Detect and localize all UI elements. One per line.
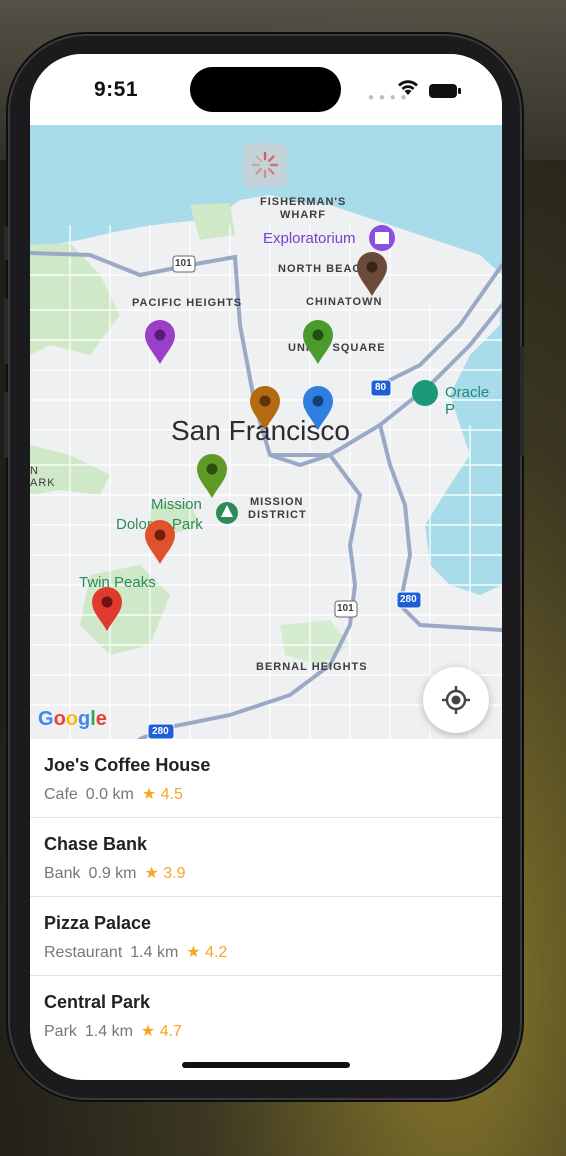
dynamic-island [190,67,341,112]
list-item[interactable]: Chase Bank Bank 0.9 km ★ 3.9 [30,818,502,897]
label-exploratorium[interactable]: Exploratorium [263,230,356,247]
place-name: Joe's Coffee House [44,755,211,775]
place-distance: 0.0 km [85,786,134,803]
place-meta: Park 1.4 km ★ 4.7 [44,1021,190,1041]
battery-icon [429,84,461,98]
google-logo: Google [38,708,107,730]
shield-280-b: 280 [152,726,169,737]
places-list: Joe's Coffee House Cafe 0.0 km ★ 4.5 Chase… [30,739,502,1054]
map-pin-orange-red[interactable] [144,519,176,565]
list-item[interactable]: Joe's Coffee House Cafe 0.0 km ★ 4.5 [30,739,502,818]
list-item[interactable]: Pizza Palace Restaurant 1.4 km ★ 4.2 [30,897,502,976]
map-pin-red[interactable] [91,586,123,632]
shield-80: 80 [375,382,387,393]
status-time: 9:51 [94,78,139,101]
label-mission-dolores[interactable]: Mission [151,496,202,513]
label-park-fragment: N [30,465,39,477]
place-category: Restaurant [44,944,123,961]
action-button [4,226,8,260]
place-distance: 1.4 km [130,944,179,961]
phone-frame: 9:51 ● ● ● ● FISHERMAN'S WHARF Explorato… [4,36,524,1098]
list-item[interactable]: Central Park Park 1.4 km ★ 4.7 [30,976,502,1054]
map-pin-purple[interactable] [144,319,176,365]
label-pacific-heights: PACIFIC HEIGHTS [132,297,243,309]
shield-101-b: 101 [337,603,354,614]
place-meta: Cafe 0.0 km ★ 4.5 [44,784,191,804]
place-rating: ★ 4.5 [141,786,183,803]
place-name: Pizza Palace [44,913,152,933]
place-meta: Restaurant 1.4 km ★ 4.2 [44,942,235,962]
place-distance: 1.4 km [84,1023,133,1040]
map-pin-green-union[interactable] [302,319,334,365]
place-rating: ★ 3.9 [144,865,186,882]
label-oracle-park[interactable]: Oracle P [445,384,502,418]
label-fishermans-wharf-2: WHARF [280,209,326,221]
map-view[interactable]: FISHERMAN'S WHARF Exploratorium NORTH BE… [30,125,502,739]
shield-280-a: 280 [400,594,417,605]
home-indicator[interactable] [182,1062,350,1068]
place-name: Chase Bank [44,834,148,854]
loading-spinner-icon [243,143,287,187]
place-meta: Bank 0.9 km ★ 3.9 [44,863,194,883]
crosshair-icon [442,686,470,714]
place-distance: 0.9 km [88,865,137,882]
map-pin-blue[interactable] [302,385,334,431]
map-pin-orange-brown[interactable] [249,385,281,431]
volume-up-button [4,298,8,364]
shield-101-a: 101 [175,258,192,269]
place-name: Central Park [44,992,151,1012]
place-category: Park [44,1023,77,1040]
label-park-fragment-2: ARK [30,477,56,489]
wifi-icon [398,80,418,95]
place-rating: ★ 4.7 [140,1023,182,1040]
volume-down-button [4,392,8,458]
label-mission-district-2: DISTRICT [248,509,307,521]
label-chinatown: CHINATOWN [306,296,383,308]
screen: 9:51 ● ● ● ● FISHERMAN'S WHARF Explorato… [30,54,502,1080]
place-category: Cafe [44,786,78,803]
power-button [520,346,524,456]
my-location-button[interactable] [423,667,489,733]
label-bernal-heights: BERNAL HEIGHTS [256,661,368,673]
label-mission-district: MISSION [250,496,304,508]
map-pin-olive-green[interactable] [196,453,228,499]
label-north-beach: NORTH BEAC [278,263,362,275]
map-pin-brown[interactable] [356,251,388,297]
place-category: Bank [44,865,81,882]
place-rating: ★ 4.2 [186,944,228,961]
label-fishermans-wharf: FISHERMAN'S [260,196,347,208]
status-bar: 9:51 ● ● ● ● [30,54,502,126]
